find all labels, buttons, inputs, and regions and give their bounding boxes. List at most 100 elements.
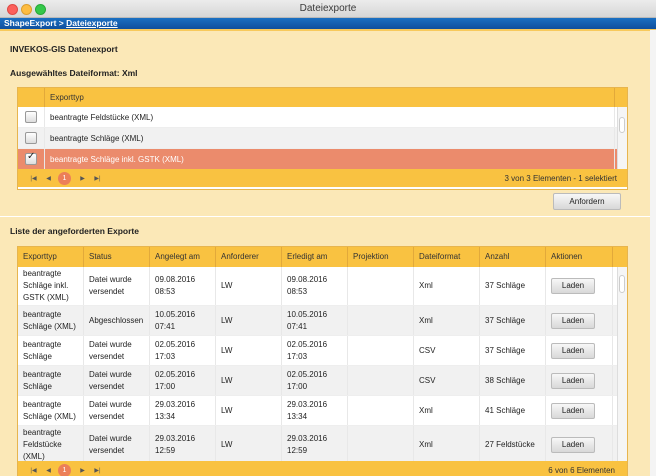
column-header-exporttyp[interactable]: Exporttyp [18,247,84,267]
breadcrumb-current[interactable]: Dateiexporte [66,18,118,28]
cell-requester: LW [216,396,282,425]
cell-actions: Laden [546,366,613,395]
column-header-status[interactable]: Status [84,247,150,267]
cell-done: 02.05.2016 17:03 [282,336,348,365]
requests-grid-pager: |◀ ◀ 1 ▶ ▶| 6 von 6 Elementen [18,461,627,476]
cell-count: 37 Schläge [480,306,546,335]
cell-projection [348,396,414,425]
checkbox-column-header [18,88,45,107]
export-type-row[interactable]: beantragte Feldstücke (XML) [18,107,627,128]
cell-status: Abgeschlossen [84,306,150,335]
anfordern-button[interactable]: Anfordern [553,193,621,210]
table-row[interactable]: beantragte Schläge Datei wurde versendet 0… [18,366,627,396]
cell-status: Datei wurde versendet [84,267,150,305]
prev-page-icon[interactable]: ◀ [42,464,55,476]
export-type-label: beantragte Schläge (XML) [45,128,615,148]
column-header-anzahl[interactable]: Anzahl [480,247,546,267]
cell-actions: Laden [546,336,613,365]
cell-type: beantragte Schläge inkl. GSTK (XML) [18,267,84,305]
requests-grid-scrollbar[interactable] [617,267,627,467]
row-checkbox-cell [18,149,45,169]
cell-requester: LW [216,336,282,365]
zoom-window-button[interactable] [35,4,46,15]
requests-grid: Exporttyp Status Angelegt am Anforderer Erle… [17,246,628,476]
requests-grid-scroll-thumb[interactable] [619,275,625,293]
window-scrollbar[interactable] [650,30,656,476]
last-page-icon[interactable]: ▶| [91,464,104,476]
cell-format: Xml [414,267,480,305]
requests-header-row: Exporttyp Status Angelegt am Anforderer Erle… [18,247,627,267]
cell-created: 29.03.2016 13:34 [150,396,216,425]
column-header-anforderer[interactable]: Anforderer [216,247,282,267]
table-row[interactable]: beantragte Schläge inkl. GSTK (XML) Datei… [18,267,627,306]
cell-projection [348,336,414,365]
page-title: INVEKOS-GIS Datenexport [10,44,118,54]
cell-count: 37 Schläge [480,336,546,365]
prev-page-icon[interactable]: ◀ [42,172,55,185]
header-stripe [0,29,656,31]
cell-actions: Laden [546,426,613,464]
export-grid-scrollbar[interactable] [617,107,627,169]
first-page-icon[interactable]: |◀ [27,464,40,476]
cell-projection [348,426,414,464]
cell-actions: Laden [546,306,613,335]
cell-format: CSV [414,366,480,395]
section-divider [0,216,656,217]
current-page-button[interactable]: 1 [58,171,71,185]
cell-created: 09.08.2016 08:53 [150,267,216,305]
laden-button[interactable]: Laden [551,437,595,453]
row-checkbox-cell [18,128,45,148]
column-header-angelegt-am[interactable]: Angelegt am [150,247,216,267]
laden-button[interactable]: Laden [551,402,595,419]
row-checkbox[interactable] [25,151,37,165]
cell-requester: LW [216,267,282,305]
cell-requester: LW [216,366,282,395]
cell-done: 29.03.2016 12:59 [282,426,348,464]
cell-done: 29.03.2016 13:34 [282,396,348,425]
table-row[interactable]: beantragte Feldstücke (XML) Datei wurde v… [18,426,627,465]
cell-count: 27 Feldstücke [480,426,546,464]
row-checkbox[interactable] [25,111,37,123]
cell-type: beantragte Feldstücke (XML) [18,426,84,464]
export-grid-scroll-thumb[interactable] [619,117,625,133]
column-header-dateiformat[interactable]: Dateiformat [414,247,480,267]
next-page-icon[interactable]: ▶ [76,172,89,185]
cell-status: Datei wurde versendet [84,366,150,395]
column-header-aktionen[interactable]: Aktionen [546,247,613,267]
export-type-row[interactable]: beantragte Schläge inkl. GSTK (XML) [18,149,627,170]
requests-rows: beantragte Schläge inkl. GSTK (XML) Datei… [18,267,627,465]
minimize-window-button[interactable] [21,4,32,15]
close-window-button[interactable] [7,4,18,15]
cell-type: beantragte Schläge (XML) [18,306,84,335]
next-page-icon[interactable]: ▶ [76,464,89,476]
cell-format: Xml [414,306,480,335]
row-checkbox[interactable] [25,132,37,144]
cell-format: Xml [414,426,480,464]
breadcrumb-separator: > [56,18,67,28]
column-header-erledigt-am[interactable]: Erledigt am [282,247,348,267]
cell-status: Datei wurde versendet [84,426,150,464]
cell-type: beantragte Schläge [18,336,84,365]
first-page-icon[interactable]: |◀ [27,172,40,185]
cell-actions: Laden [546,396,613,425]
table-row[interactable]: beantragte Schläge Datei wurde versendet 0… [18,336,627,366]
table-row[interactable]: beantragte Schläge (XML) Abgeschlossen 10.… [18,306,627,336]
exporttyp-column-header[interactable]: Exporttyp [45,88,615,107]
current-page-button[interactable]: 1 [58,463,71,476]
laden-button[interactable]: Laden [551,278,595,294]
laden-button[interactable]: Laden [551,372,595,389]
export-grid-pager: |◀ ◀ 1 ▶ ▶| 3 von 3 Elementen - 1 selekt… [18,169,627,187]
laden-button[interactable]: Laden [551,312,595,329]
cell-projection [348,267,414,305]
requests-grid-status: 6 von 6 Elementen [548,465,615,475]
column-header-projektion[interactable]: Projektion [348,247,414,267]
export-type-row[interactable]: beantragte Schläge (XML) [18,128,627,149]
cell-status: Datei wurde versendet [84,396,150,425]
row-checkbox-cell [18,107,45,127]
table-row[interactable]: beantragte Schläge (XML) Datei wurde vers… [18,396,627,426]
breadcrumb-root[interactable]: ShapeExport [4,18,56,28]
breadcrumb: ShapeExport > Dateiexporte [0,18,656,29]
laden-button[interactable]: Laden [551,342,595,359]
last-page-icon[interactable]: ▶| [91,172,104,185]
cell-count: 41 Schläge [480,396,546,425]
